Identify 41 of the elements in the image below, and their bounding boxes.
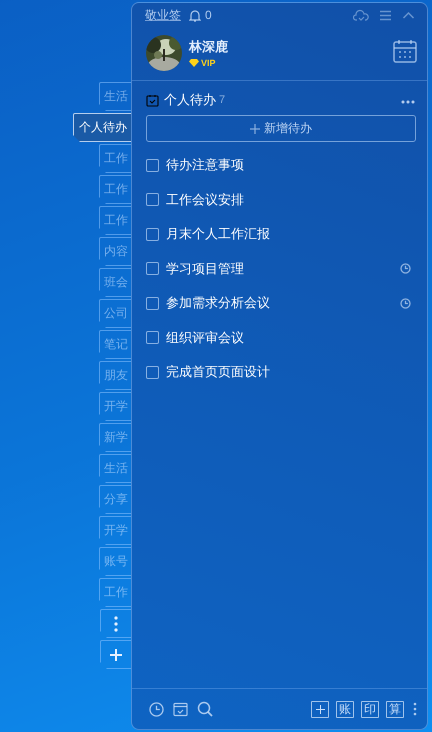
more-icon[interactable] (401, 100, 415, 104)
list-title: 个人待办 (164, 91, 216, 109)
more-icon[interactable] (413, 702, 417, 716)
user-name: 林深鹿 (189, 38, 229, 56)
search-icon[interactable] (197, 701, 213, 717)
tool-button[interactable]: 账 (336, 700, 354, 718)
tool-button[interactable]: 算 (386, 700, 404, 718)
diamond-icon (189, 59, 199, 67)
checkbox[interactable] (146, 228, 159, 241)
todo-text: 学习项目管理 (166, 260, 245, 278)
checkbox[interactable] (146, 193, 159, 206)
todo-text: 参加需求分析会议 (166, 294, 271, 312)
notification-count: 0 (205, 8, 212, 22)
menu-icon[interactable] (379, 8, 392, 22)
item-count: 7 (219, 94, 226, 106)
todo-text: 待办注意事项 (166, 156, 245, 174)
brand-link[interactable]: 敬业签 (145, 6, 181, 24)
checkbox[interactable] (146, 331, 159, 344)
category-tab[interactable]: 个人待办 (73, 113, 131, 142)
plus-icon (110, 648, 122, 660)
todo-icon (146, 94, 159, 106)
add-todo-button[interactable]: 新增待办 (146, 115, 416, 142)
vip-label: VIP (201, 58, 216, 68)
todo-text: 组织评审会议 (166, 328, 245, 347)
bell-icon[interactable] (189, 8, 201, 22)
plus-icon (250, 124, 260, 134)
checkbox[interactable] (146, 296, 159, 310)
checkbox[interactable] (146, 366, 159, 379)
todo-text: 工作会议安排 (166, 190, 245, 209)
checkbox[interactable] (146, 158, 159, 172)
todo-text: 完成首页页面设计 (166, 363, 271, 382)
calendar-check-icon[interactable] (173, 702, 188, 716)
history-icon[interactable] (149, 702, 164, 716)
checkbox[interactable] (146, 262, 159, 276)
plus-icon (316, 704, 324, 714)
add-button[interactable] (311, 700, 329, 718)
calendar-icon[interactable] (393, 38, 417, 62)
cloud-icon[interactable] (353, 8, 369, 22)
tool-button[interactable]: 印 (361, 700, 379, 718)
vertical-dots-icon (114, 616, 118, 632)
todo-text: 月末个人工作汇报 (166, 225, 271, 244)
